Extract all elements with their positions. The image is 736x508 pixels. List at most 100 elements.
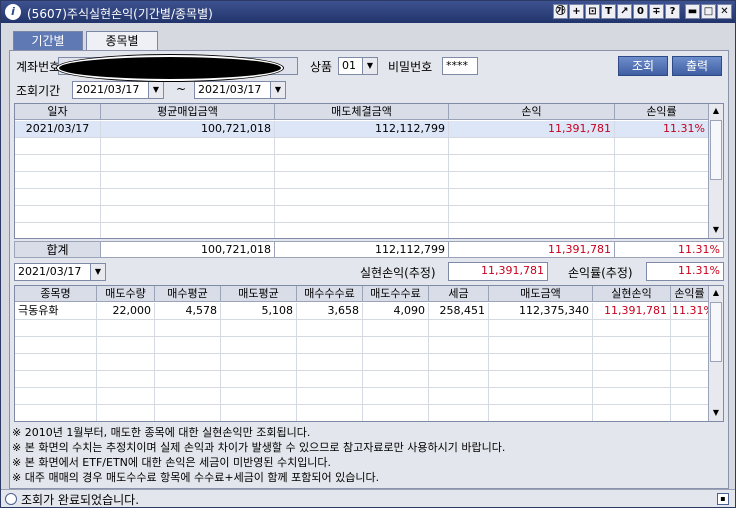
- help-icon[interactable]: ?: [665, 4, 680, 19]
- col-realized-pnl[interactable]: 실현손익: [593, 286, 671, 302]
- period-tilde: ~: [176, 82, 187, 96]
- redaction-mark: [57, 55, 283, 81]
- empty-row: [15, 172, 709, 189]
- end-date-select[interactable]: 2021/03/17 ▼: [194, 81, 286, 99]
- add-icon[interactable]: +: [569, 4, 584, 19]
- scroll-thumb[interactable]: [710, 120, 722, 180]
- empty-row: [15, 320, 709, 337]
- col-sell-avg[interactable]: 매도평균: [221, 286, 297, 302]
- scroll-down-icon[interactable]: ▼: [709, 406, 723, 420]
- status-bar: 조회가 완료되었습니다. ▪: [1, 489, 735, 507]
- cell-stock-sell-amount: 112,375,340: [489, 303, 593, 320]
- empty-row: [15, 189, 709, 206]
- col-tax[interactable]: 세금: [429, 286, 489, 302]
- status-icon: [5, 493, 17, 505]
- totals-pnl-rate: 11.31%: [615, 241, 724, 258]
- chevron-down-icon[interactable]: ▼: [148, 82, 163, 98]
- screen-icon[interactable]: ⊡: [585, 4, 600, 19]
- empty-row: [15, 206, 709, 223]
- note-line: ※ 2010년 1월부터, 매도한 종목에 대한 실현손익만 조회됩니다.: [12, 426, 311, 439]
- password-field[interactable]: ****: [442, 57, 478, 75]
- cell-avg-buy: 100,721,018: [101, 121, 275, 138]
- status-message: 조회가 완료되었습니다.: [21, 493, 140, 507]
- empty-row: [15, 405, 709, 421]
- cell-date: 2021/03/17: [15, 121, 101, 138]
- close-button[interactable]: ✕: [717, 4, 732, 19]
- realized-value: 11,391,781: [448, 262, 548, 281]
- empty-row: [15, 155, 709, 172]
- resize-grip-icon[interactable]: ▪: [717, 493, 729, 505]
- col-buy-fee[interactable]: 매수수수료: [297, 286, 363, 302]
- totals-row: 합계 100,721,018 112,112,799 11,391,781 11…: [14, 241, 724, 258]
- font-icon[interactable]: T: [601, 4, 616, 19]
- col-sell-amount[interactable]: 매도체결금액: [275, 104, 449, 120]
- cell-pnl-rate: 11.31%: [615, 121, 709, 138]
- tab-period[interactable]: 기간별: [13, 31, 83, 51]
- realized-label: 실현손익(추정): [360, 266, 436, 280]
- table-row[interactable]: 2021/03/17 100,721,018 112,112,799 11,39…: [15, 121, 709, 138]
- detail-date-select[interactable]: 2021/03/17 ▼: [14, 263, 106, 281]
- cell-realized-pnl: 11,391,781: [593, 303, 671, 320]
- chevron-down-icon[interactable]: ▼: [362, 58, 377, 74]
- maximize-button[interactable]: □: [701, 4, 716, 19]
- period-label: 조회기간: [16, 84, 61, 98]
- totals-avg-buy: 100,721,018: [101, 241, 275, 258]
- col-buy-avg[interactable]: 매수평균: [155, 286, 221, 302]
- col-stock-name[interactable]: 종목명: [15, 286, 97, 302]
- period-grid-header: 일자 평균매입금액 매도체결금액 손익 손익률: [15, 104, 709, 120]
- start-date-select[interactable]: 2021/03/17 ▼: [72, 81, 164, 99]
- chevron-down-icon[interactable]: ▼: [270, 82, 285, 98]
- password-label: 비밀번호: [388, 60, 433, 74]
- col-rate[interactable]: 손익률: [671, 286, 709, 302]
- totals-pnl: 11,391,781: [449, 241, 615, 258]
- table-row[interactable]: 극동유화 22,000 4,578 5,108 3,658 4,090 258,…: [15, 303, 709, 320]
- cell-sell-qty: 22,000: [97, 303, 155, 320]
- col-avg-buy[interactable]: 평균매입금액: [101, 104, 275, 120]
- chevron-down-icon[interactable]: ▼: [90, 264, 105, 280]
- scroll-thumb[interactable]: [710, 302, 722, 362]
- empty-row: [15, 337, 709, 354]
- scroll-up-icon[interactable]: ▲: [709, 286, 723, 300]
- print-button[interactable]: 출력: [672, 56, 722, 76]
- empty-row: [15, 223, 709, 238]
- cell-stock-name: 극동유화: [15, 303, 97, 320]
- window-title: (5607)주식실현손익(기간별/종목별): [27, 7, 213, 21]
- col-sell-fee[interactable]: 매도수수료: [363, 286, 429, 302]
- col-date[interactable]: 일자: [15, 104, 101, 120]
- resize-icon[interactable]: ↗: [617, 4, 632, 19]
- totals-sell-amount: 112,112,799: [275, 241, 449, 258]
- empty-row: [15, 354, 709, 371]
- empty-row: [15, 138, 709, 155]
- col-sell-qty[interactable]: 매도수량: [97, 286, 155, 302]
- titlebar-buttons: ㉮ + ⊡ T ↗ 0 ∓ ? ▬ □ ✕: [553, 4, 732, 19]
- account-label: 계좌번호: [16, 60, 61, 74]
- tab-stock[interactable]: 종목별: [86, 31, 158, 51]
- cell-tax: 258,451: [429, 303, 489, 320]
- stock-grid-scrollbar[interactable]: ▲ ▼: [708, 286, 723, 421]
- cell-pnl: 11,391,781: [449, 121, 615, 138]
- cell-rate: 11.31%: [671, 303, 709, 320]
- stock-grid-header: 종목명 매도수량 매수평균 매도평균 매수수수료 매도수수료 세금 매도금액 실…: [15, 286, 709, 302]
- main-panel: 계좌번호 상품 01 ▼ 비밀번호 **** 조회 출력 조회기간 2021/0…: [9, 50, 729, 489]
- product-label: 상품: [310, 60, 333, 74]
- minimize-button[interactable]: ▬: [685, 4, 700, 19]
- query-button[interactable]: 조회: [618, 56, 668, 76]
- period-grid-scrollbar[interactable]: ▲ ▼: [708, 104, 723, 238]
- col-pnl[interactable]: 손익: [449, 104, 615, 120]
- cell-sell-amount: 112,112,799: [275, 121, 449, 138]
- plus-minus-icon[interactable]: ∓: [649, 4, 664, 19]
- scroll-down-icon[interactable]: ▼: [709, 223, 723, 237]
- totals-label: 합계: [14, 241, 101, 258]
- note-line: ※ 본 화면에서 ETF/ETN에 대한 손익은 세금이 미반영된 수치입니다.: [12, 456, 332, 469]
- product-select[interactable]: 01 ▼: [338, 57, 378, 75]
- zero-icon[interactable]: 0: [633, 4, 648, 19]
- col-pnl-rate[interactable]: 손익률: [615, 104, 709, 120]
- col-stock-sell-amount[interactable]: 매도금액: [489, 286, 593, 302]
- rate-value: 11.31%: [646, 262, 724, 281]
- scroll-up-icon[interactable]: ▲: [709, 104, 723, 118]
- link-icon[interactable]: ㉮: [553, 4, 568, 19]
- start-date-value: 2021/03/17: [76, 83, 140, 96]
- notes: ※ 2010년 1월부터, 매도한 종목에 대한 실현손익만 조회됩니다. ※ …: [12, 425, 726, 485]
- period-grid: 일자 평균매입금액 매도체결금액 손익 손익률 2021/03/17 100,7…: [14, 103, 724, 239]
- product-value: 01: [342, 59, 356, 72]
